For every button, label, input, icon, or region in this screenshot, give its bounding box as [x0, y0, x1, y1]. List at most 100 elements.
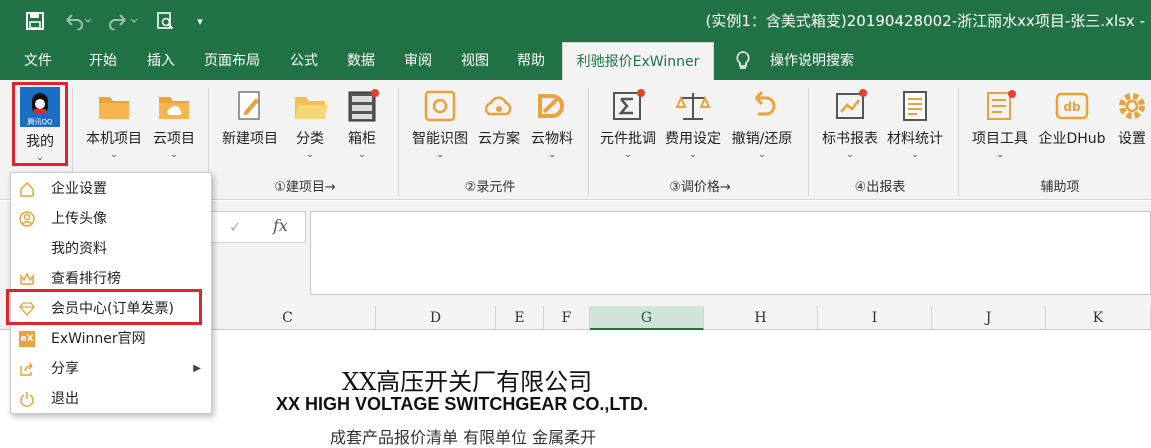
column-header-c[interactable]: C — [200, 306, 376, 330]
enterprise-dhub-button[interactable]: db 企业DHub — [1034, 88, 1110, 168]
formula-buttons: ✓ fx — [210, 211, 306, 243]
chevron-down-icon: ⌄ — [110, 150, 118, 160]
customize-toolbar-icon[interactable]: ▾ — [190, 9, 210, 33]
cloud-material-button[interactable]: 云物料 ⌄ — [526, 88, 578, 168]
cloud-folder-icon — [159, 97, 189, 119]
formula-input[interactable] — [310, 211, 1151, 295]
highlight-box-member-center — [6, 289, 202, 325]
material-stats-button[interactable]: 材料统计 ⌄ — [884, 88, 946, 168]
chevron-down-icon: ⌄ — [306, 150, 314, 160]
cabinet-label: 箱柜 — [348, 131, 376, 147]
group-label-build-project: ①建项目→ — [274, 180, 336, 195]
cloud-solution-icon — [484, 96, 512, 116]
fx-icon[interactable]: fx — [273, 216, 288, 235]
tab-data[interactable]: 数据 — [336, 42, 386, 80]
settings-label: 设置 — [1118, 131, 1146, 147]
chevron-down-icon: ⌄ — [689, 150, 697, 160]
column-header-g[interactable]: G — [590, 306, 704, 330]
menu-item-enterprise-settings[interactable]: 企业设置 — [11, 174, 211, 204]
undo-restore-label: 撤销/还原 — [731, 131, 793, 147]
project-tools-label: 项目工具 — [972, 131, 1028, 147]
tab-review[interactable]: 审阅 — [394, 42, 442, 80]
scale-icon — [675, 93, 711, 120]
window-title: (实例1：含美式箱变)20190428002-浙江丽水xx项目-张三.xlsx … — [705, 12, 1146, 30]
confirm-icon[interactable]: ✓ — [229, 218, 242, 236]
company-name-cn: XX高压开关厂有限公司 — [342, 368, 593, 396]
column-header-h[interactable]: H — [704, 306, 818, 330]
menu-item-my-profile[interactable]: 我的资料 — [11, 234, 211, 264]
scan-icon — [424, 90, 456, 122]
column-header-k[interactable]: K — [1046, 306, 1151, 330]
cloud-project-button[interactable]: 云项目 ⌄ — [148, 88, 200, 168]
redo-icon[interactable] — [104, 9, 144, 33]
fee-settings-label: 费用设定 — [665, 131, 721, 147]
chevron-down-icon: ⌄ — [846, 150, 854, 160]
company-name-en: XX HIGH VOLTAGE SWITCHGEAR CO.,LTD. — [276, 394, 648, 414]
divider — [808, 88, 809, 196]
svg-text:db: db — [1063, 100, 1081, 114]
cabinet-button[interactable]: 箱柜 ⌄ — [338, 88, 386, 168]
tools-list-icon — [987, 90, 1016, 120]
bid-report-button[interactable]: 标书报表 ⌄ — [818, 88, 882, 168]
enterprise-dhub-label: 企业DHub — [1038, 131, 1106, 147]
category-button[interactable]: 分类 ⌄ — [288, 88, 332, 168]
home-icon — [20, 181, 34, 197]
cloud-material-icon — [538, 94, 564, 118]
submenu-arrow-icon: ▶ — [193, 363, 201, 374]
dhub-icon: db — [1055, 92, 1089, 120]
menu-item-upload-avatar[interactable]: 上传头像 — [11, 204, 211, 234]
tab-help[interactable]: 帮助 — [506, 42, 556, 80]
sigma-icon — [613, 89, 645, 120]
print-preview-icon[interactable] — [152, 9, 178, 33]
tell-me-search[interactable]: 操作说明搜索 — [762, 42, 862, 80]
project-tools-button[interactable]: 项目工具 ⌄ — [968, 88, 1032, 168]
tab-insert[interactable]: 插入 — [136, 42, 186, 80]
list-document-icon — [903, 91, 927, 121]
ribbon-tab-bar: 文件 开始 插入 页面布局 公式 数据 审阅 视图 帮助 利驰报价ExWinne… — [0, 42, 1151, 80]
column-header-i[interactable]: I — [818, 306, 932, 330]
local-project-label: 本机项目 — [86, 131, 142, 147]
cabinet-icon — [348, 89, 379, 122]
undo-arrow-icon — [754, 90, 776, 116]
tab-page-layout[interactable]: 页面布局 — [194, 42, 270, 80]
cloud-project-label: 云项目 — [153, 131, 195, 147]
cloud-solution-label: 云方案 — [478, 131, 520, 147]
group-label-output-report: ④出报表 — [854, 180, 906, 195]
column-header-f[interactable]: F — [544, 306, 590, 330]
tab-home[interactable]: 开始 — [78, 42, 128, 80]
undo-icon[interactable] — [58, 9, 98, 33]
tab-file[interactable]: 文件 — [12, 42, 64, 80]
chevron-down-icon: ⌄ — [436, 150, 444, 160]
group-label-auxiliary: 辅助项 — [1040, 180, 1080, 195]
fee-settings-button[interactable]: 费用设定 ⌄ — [662, 88, 724, 168]
column-header-j[interactable]: J — [932, 306, 1046, 330]
category-label: 分类 — [296, 131, 324, 147]
menu-item-share[interactable]: 分享 ▶ — [11, 354, 211, 384]
menu-item-exit[interactable]: 退出 — [11, 384, 211, 414]
new-project-label: 新建项目 — [222, 131, 278, 147]
power-icon — [20, 392, 34, 407]
menu-item-exwinner-site[interactable]: eX ExWinner官网 — [11, 324, 211, 354]
save-icon[interactable] — [22, 9, 48, 33]
new-project-button[interactable]: 新建项目 — [218, 88, 282, 168]
undo-restore-button[interactable]: 撤销/还原 ⌄ — [728, 88, 796, 168]
column-header-e[interactable]: E — [496, 306, 544, 330]
folder-icon — [99, 97, 129, 119]
tab-exwinner[interactable]: 利驰报价ExWinner — [562, 42, 714, 80]
local-project-button[interactable]: 本机项目 ⌄ — [82, 88, 146, 168]
menu-item-label: 退出 — [51, 391, 79, 407]
tab-formulas[interactable]: 公式 — [280, 42, 328, 80]
cloud-solution-button[interactable]: 云方案 — [474, 88, 524, 168]
user-circle-icon — [19, 211, 35, 227]
column-header-d[interactable]: D — [376, 306, 496, 330]
batch-adjust-button[interactable]: 元件批调 ⌄ — [598, 88, 658, 168]
partial-row-text: 成套产品报价清单 有限单位 金属柔开 — [330, 428, 597, 447]
settings-button[interactable]: 设置 — [1114, 88, 1150, 168]
menu-item-label: 我的资料 — [51, 241, 107, 257]
smart-recognition-button[interactable]: 智能识图 ⌄ — [408, 88, 472, 168]
report-chart-icon — [836, 89, 867, 119]
menu-item-label: 上传头像 — [51, 211, 107, 227]
tab-view[interactable]: 视图 — [450, 42, 500, 80]
bid-report-label: 标书报表 — [822, 131, 878, 147]
batch-adjust-label: 元件批调 — [600, 131, 656, 147]
